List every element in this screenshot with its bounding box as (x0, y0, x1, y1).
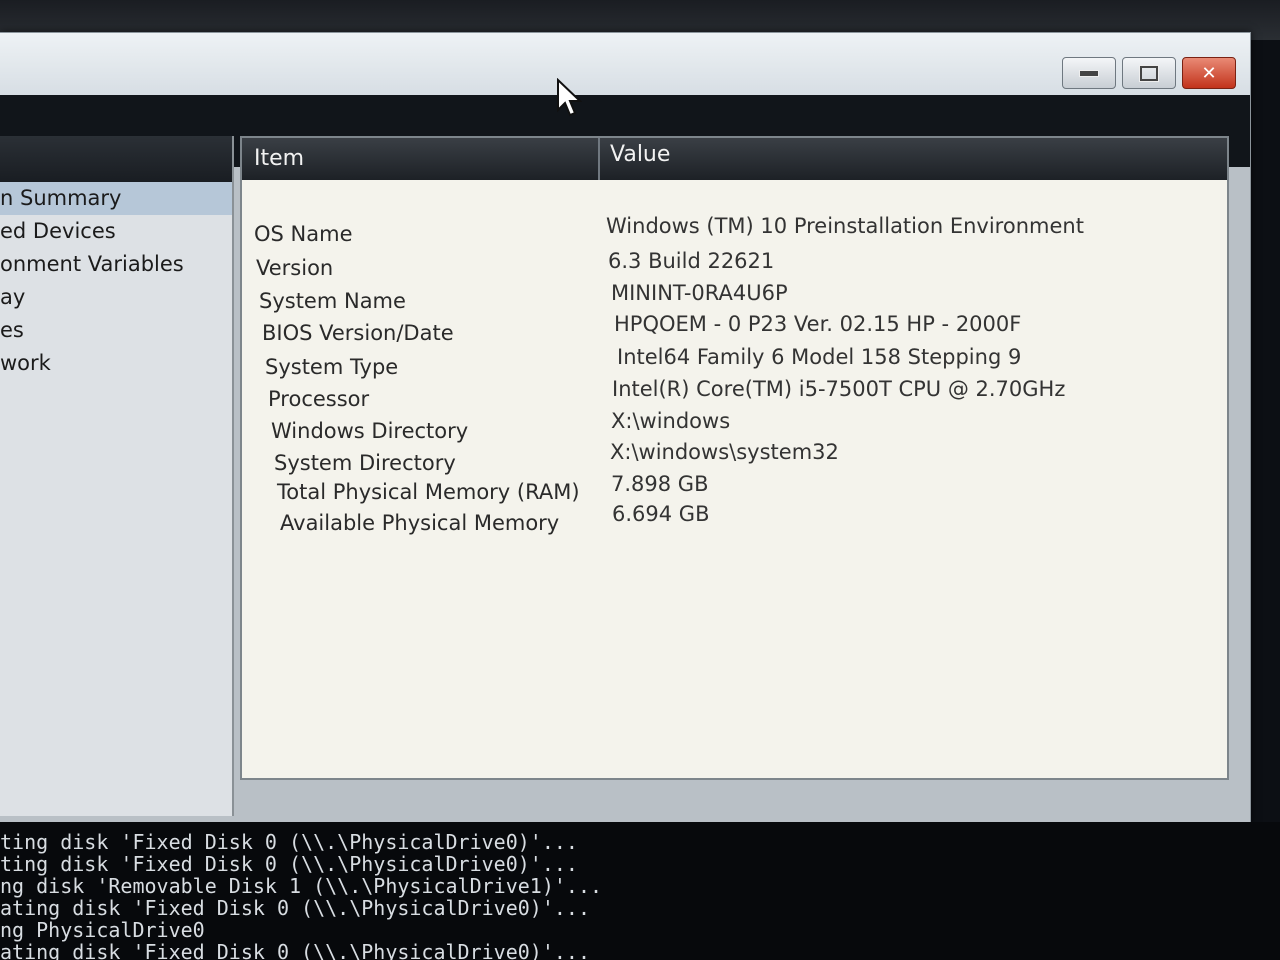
minimize-icon (1079, 69, 1099, 77)
row-item: Processor (268, 387, 370, 411)
column-separator[interactable] (598, 138, 600, 180)
close-icon: ✕ (1201, 62, 1217, 84)
tree-item-services[interactable]: es (0, 314, 232, 347)
row-item: BIOS Version/Date (262, 321, 454, 345)
row-item: Windows Directory (271, 419, 469, 443)
column-header-item[interactable]: Item (254, 146, 304, 171)
row-item: OS Name (254, 222, 353, 246)
row-value: Windows (TM) 10 Preinstallation Environm… (606, 214, 1084, 238)
console-line: ating disk 'Fixed Disk 0 (\\.\PhysicalDr… (0, 896, 591, 920)
row-item: Version (256, 256, 334, 280)
row-item: Total Physical Memory (RAM) (277, 480, 580, 504)
row-value: X:\windows\system32 (610, 440, 839, 464)
row-item: System Type (265, 355, 399, 379)
tree-item-network[interactable]: work (0, 347, 232, 380)
row-value: 6.3 Build 22621 (608, 249, 775, 273)
row-value: HPQOEM - 0 P23 Ver. 02.15 HP - 2000F (614, 312, 1022, 336)
console-output: ting disk 'Fixed Disk 0 (\\.\PhysicalDri… (0, 822, 1280, 960)
mouse-pointer-icon (557, 78, 582, 117)
tree-item-devices[interactable]: ed Devices (0, 215, 232, 248)
console-line: ating disk 'Fixed Disk 0 (\\.\PhysicalDr… (0, 940, 591, 960)
row-value: X:\windows (611, 409, 731, 433)
tree-item-environment-variables[interactable]: onment Variables (0, 248, 232, 281)
minimize-button[interactable] (1062, 57, 1116, 89)
category-tree: n Summary ed Devices onment Variables ay… (0, 136, 234, 816)
tree-header (0, 136, 232, 182)
title-bar[interactable]: ✕ (0, 33, 1250, 95)
console-line: ting disk 'Fixed Disk 0 (\\.\PhysicalDri… (0, 852, 578, 876)
list-header: Item Value (242, 138, 1227, 180)
row-item: System Directory (274, 451, 456, 475)
row-item: Available Physical Memory (280, 511, 560, 535)
maximize-button[interactable] (1122, 57, 1176, 89)
details-list: Item Value OS Name Windows (TM) 10 Prein… (240, 136, 1229, 780)
maximize-icon (1140, 65, 1158, 81)
console-line: ting disk 'Fixed Disk 0 (\\.\PhysicalDri… (0, 830, 578, 854)
column-header-value[interactable]: Value (610, 142, 670, 167)
close-button[interactable]: ✕ (1182, 57, 1236, 89)
console-line: ng PhysicalDrive0 (0, 918, 205, 942)
row-value: Intel64 Family 6 Model 158 Stepping 9 (617, 345, 1022, 369)
tree-item-display[interactable]: ay (0, 281, 232, 314)
row-value: Intel(R) Core(TM) i5-7500T CPU @ 2.70GHz (612, 377, 1066, 401)
row-value: 6.694 GB (612, 502, 710, 526)
row-value: MININT-0RA4U6P (611, 281, 788, 305)
console-line: ng disk 'Removable Disk 1 (\\.\PhysicalD… (0, 874, 603, 898)
row-item: System Name (259, 289, 406, 313)
tree-item-summary[interactable]: n Summary (0, 182, 232, 215)
row-value: 7.898 GB (611, 472, 709, 496)
